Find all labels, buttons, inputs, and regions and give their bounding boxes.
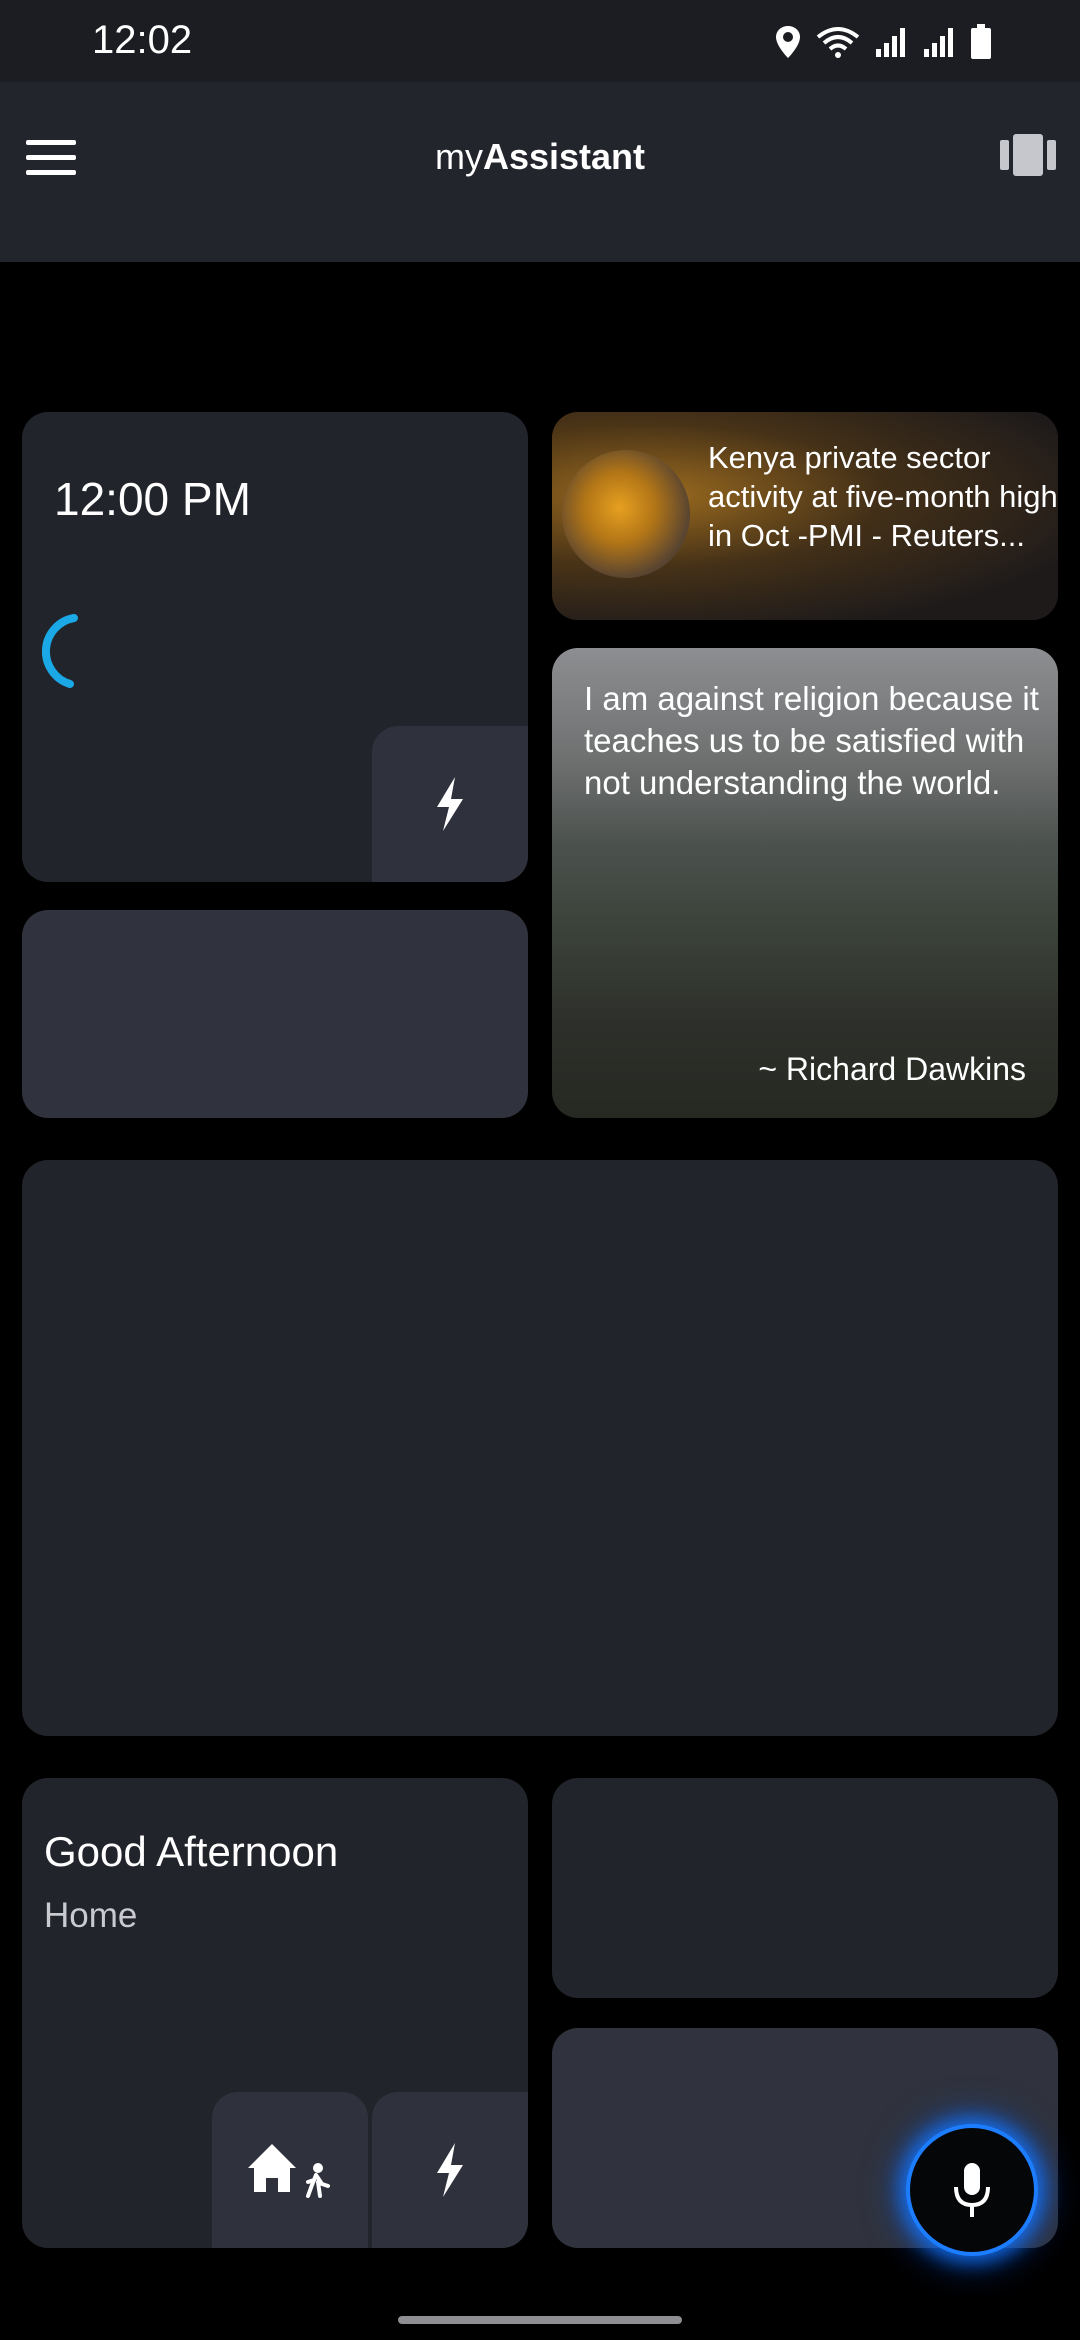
- home-person-icon: [248, 2144, 330, 2198]
- clock-card[interactable]: 12:00 PM: [22, 412, 528, 882]
- large-widget-card[interactable]: [22, 1160, 1058, 1736]
- clock-action-button[interactable]: [372, 726, 528, 882]
- greeting-location: Home: [44, 1896, 138, 1935]
- home-presence-button[interactable]: [212, 2092, 368, 2248]
- status-time: 12:02: [92, 18, 193, 62]
- status-icons: [774, 22, 992, 62]
- news-thumbnail: [562, 450, 690, 578]
- gesture-nav-handle[interactable]: [398, 2316, 682, 2324]
- greeting-card[interactable]: Good Afternoon Home: [22, 1778, 528, 2248]
- status-bar: 12:02: [0, 0, 1080, 82]
- greeting-action-button[interactable]: [372, 2092, 528, 2248]
- news-card[interactable]: Kenya private sector activity at five-mo…: [552, 412, 1058, 620]
- news-headline: Kenya private sector activity at five-mo…: [708, 440, 1058, 553]
- app-title-bold: Assistant: [482, 136, 646, 177]
- signal-icon: [924, 28, 953, 57]
- voice-assistant-button[interactable]: [906, 2124, 1038, 2256]
- signal-icon: [876, 28, 905, 57]
- microphone-icon: [954, 2163, 990, 2217]
- small-widget-card[interactable]: [552, 1778, 1058, 1998]
- empty-widget-card[interactable]: [22, 910, 528, 1118]
- wifi-icon: [816, 27, 860, 58]
- greeting-title: Good Afternoon: [44, 1828, 339, 1875]
- app-title-prefix: my: [434, 136, 483, 177]
- loading-spinner: [42, 614, 78, 688]
- clock-time: 12:00 PM: [54, 473, 251, 525]
- carousel-icon[interactable]: [1000, 134, 1056, 176]
- app-title: myAssistant: [0, 136, 1080, 178]
- battery-icon: [971, 24, 991, 59]
- lightning-icon: [437, 2143, 463, 2197]
- app-bar: myAssistant: [0, 82, 1080, 262]
- quote-author: ~ Richard Dawkins: [758, 1051, 1026, 1087]
- location-icon: [776, 26, 800, 58]
- lightning-icon: [437, 777, 463, 831]
- quote-card[interactable]: I am against religion because it teaches…: [552, 648, 1058, 1118]
- quote-text: I am against religion because it teaches…: [584, 680, 1039, 801]
